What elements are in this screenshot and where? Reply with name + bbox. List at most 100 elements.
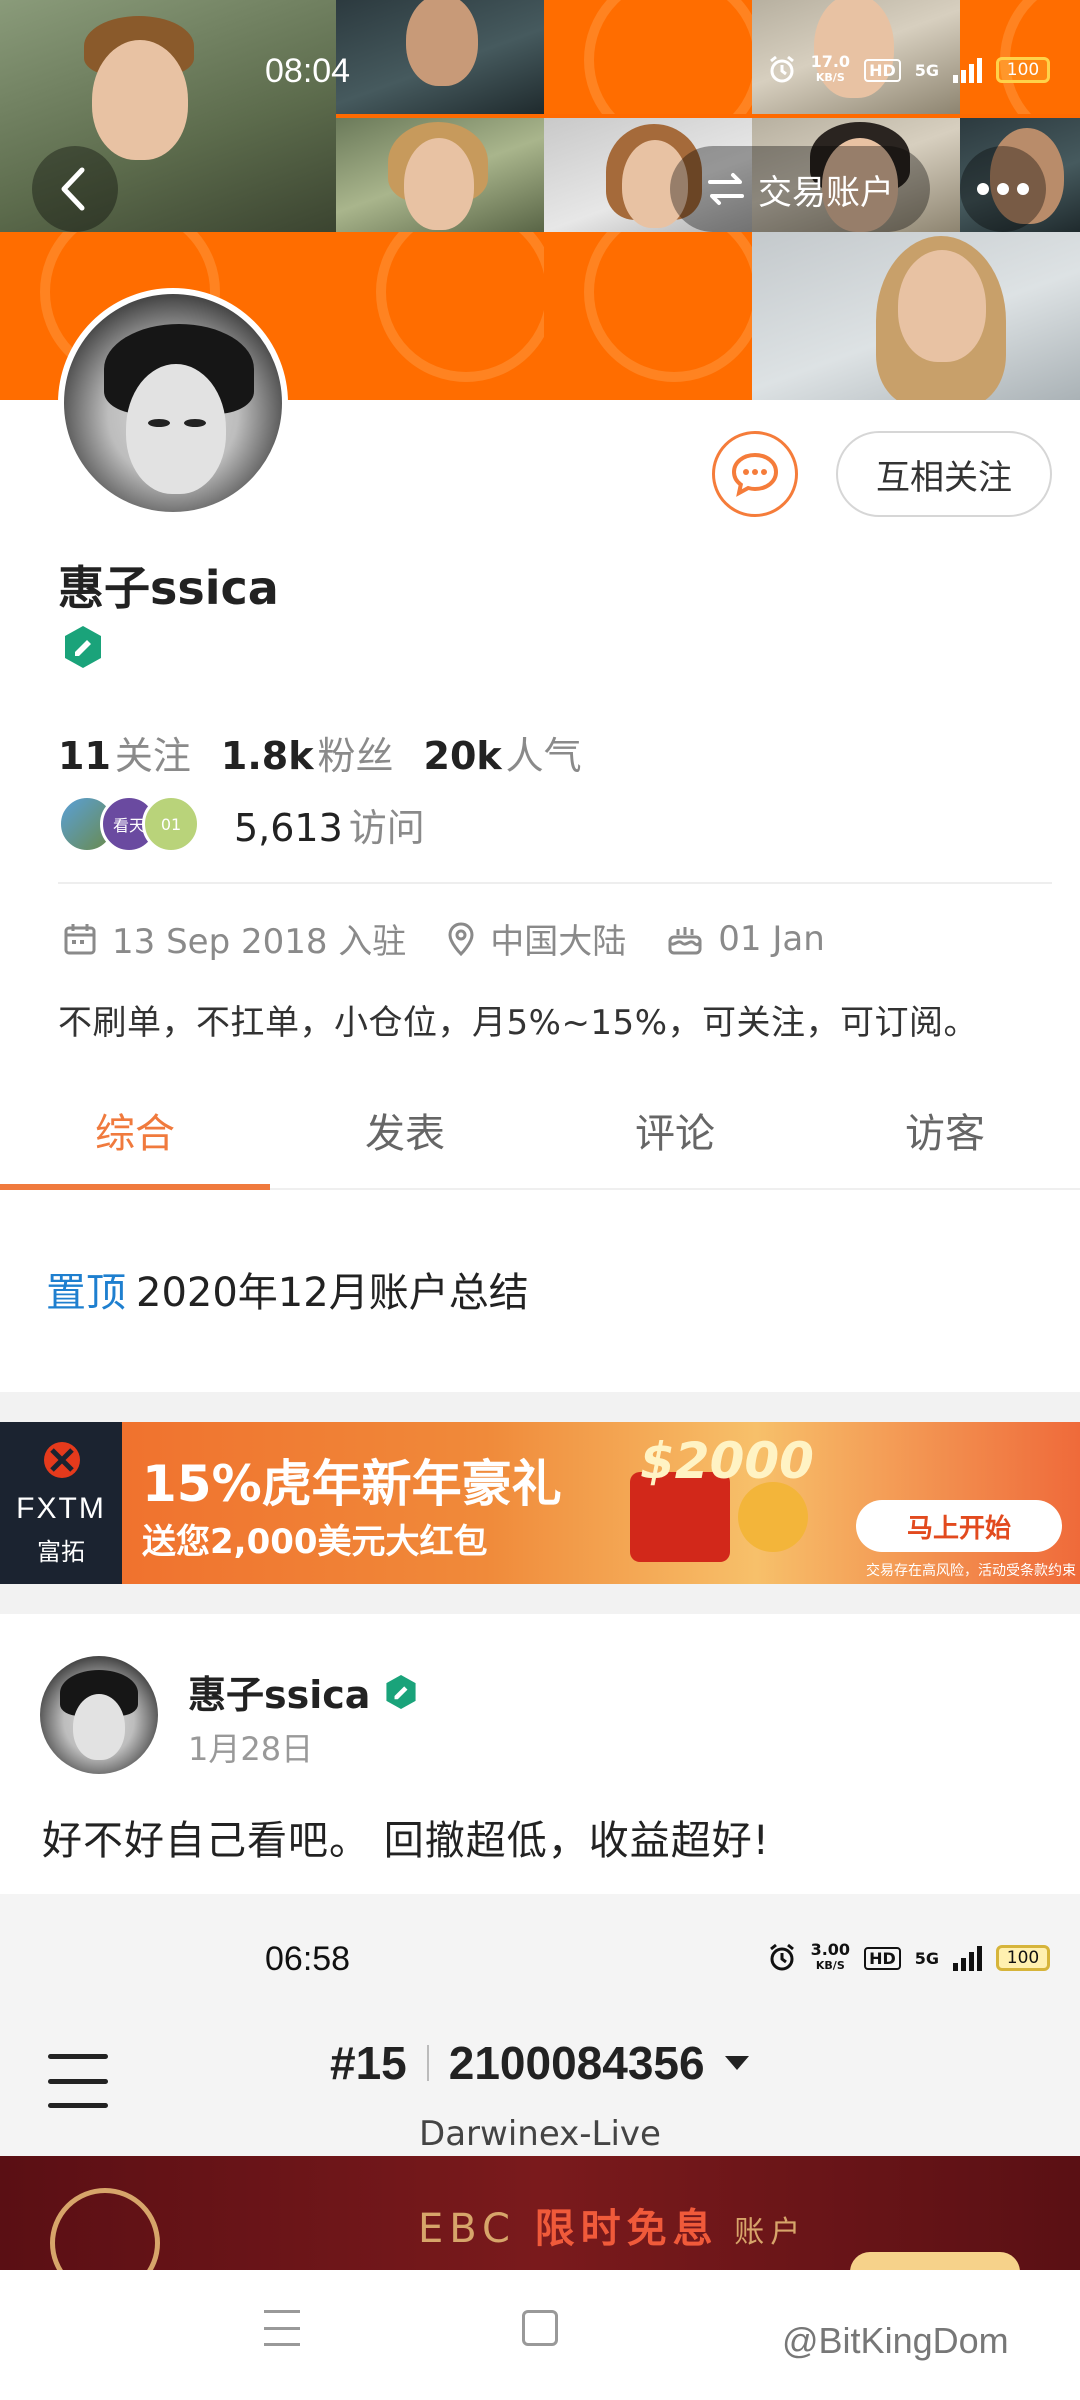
more-dot-icon [1017,183,1029,195]
battery-icon: 100 [996,1945,1050,1971]
post-text: 好不好自己看吧。 回撤超低，收益超好! [42,1818,770,1864]
post-author[interactable]: 惠子ssica [188,1664,418,1719]
embedded-promo-banner: EBC 限时免息 账户 [0,2156,1080,2270]
section-separator [0,1584,1080,1614]
account-number: 2100084356 [448,2037,705,2089]
more-dot-icon [997,183,1009,195]
speed-unit: KB/S [815,71,845,84]
birthday-cake-icon [668,926,702,954]
network-type: 5G [914,60,939,80]
location: 中国大陆 [490,922,627,962]
ad-cta-button[interactable]: 马上开始 [856,1500,1062,1552]
alarm-icon [769,1943,794,1971]
location-pin-icon [448,921,474,956]
divider [58,882,1052,884]
verified-badge-icon [386,1674,417,1709]
pinned-title: 2020年12月账户总结 [136,1270,529,1316]
account-rank: #15 [330,2037,407,2089]
embedded-banner-text: EBC 限时免息 账户 [418,2196,806,2254]
cover-photo [752,232,1080,400]
status-bar: 08:04 17.0 KB/S HD 5G 100 [0,40,1080,100]
ad-banner[interactable]: FXTM 富拓 15%虎年新年豪礼 送您2,000美元大红包 $2000 马上开… [0,1422,1080,1584]
network-type: 5G [914,1948,939,1968]
hd-icon: HD [864,58,901,82]
banner-highlight: 限时免息 [534,2206,719,2252]
hd-icon: HD [864,1946,901,1970]
network-speed: 17.0 KB/S [811,54,850,86]
alarm-icon [769,55,794,83]
stat-label: 人气 [505,734,582,778]
trade-account-button[interactable]: 交易账户 [670,146,930,232]
follow-button[interactable]: 互相关注 [836,431,1052,517]
fxtm-logo: FXTM 富拓 [0,1422,122,1584]
back-button[interactable] [32,146,118,232]
ornament-icon [50,2188,160,2270]
speed-unit: KB/S [815,1959,845,1972]
speed-value: 17.0 [810,52,851,71]
system-nav-bar: @BitKingDom [0,2270,1080,2400]
cover-pattern [336,232,544,400]
signal-icon [953,57,982,83]
account-server: Darwinex-Live [419,2114,661,2154]
swap-icon [708,173,744,205]
post-image[interactable]: 06:58 3.00 KB/S HD 5G 100 #15 2100084356 … [0,1894,1080,2270]
ad-brand-cn: 富拓 [37,1538,85,1566]
embedded-banner-button [850,2252,1020,2270]
visit-count-value: 5,613 [234,805,343,850]
pinned-post[interactable]: 置顶 2020年12月账户总结 [46,1260,529,1318]
banner-prefix: EBC [418,2206,535,2252]
hamburger-menu-icon [48,2054,108,2108]
visit-count: 5,613 访问 [234,797,425,852]
more-button[interactable] [960,146,1046,232]
ad-brand: FXTM [16,1492,106,1525]
tab-visitors[interactable]: 访客 [810,1070,1080,1188]
message-button[interactable] [712,431,798,517]
stat-value: 11 [58,734,111,778]
stat-value: 1.8k [220,734,314,778]
visit-count-label: 访问 [348,805,425,850]
cover-pattern [544,232,752,400]
ad-disclaimer: 交易存在高风险，活动受条款约束 [866,1563,1076,1579]
tab-comments[interactable]: 评论 [540,1070,810,1188]
post-author-name: 惠子ssica [188,1673,371,1717]
chevron-left-icon [61,167,85,211]
profile-tabs: 综合 发表 评论 访客 [0,1070,1080,1190]
profile-stats: 11 关注 1.8k 粉丝 20k 人气 [58,725,582,780]
battery-icon: 100 [996,57,1050,83]
post-author-avatar[interactable] [40,1656,158,1774]
embedded-status-icons: 3.00 KB/S HD 5G 100 [767,1942,1050,1974]
section-separator [0,1392,1080,1422]
tiger-icon [738,1482,808,1552]
tab-overview[interactable]: 综合 [0,1070,270,1190]
trade-account-label: 交易账户 [758,172,894,213]
stat-value: 20k [423,734,502,778]
speed-value: 3.00 [810,1940,851,1959]
watermark: @BitKingDom [782,2320,1009,2361]
status-time: 08:04 [265,52,351,90]
profile-name: 惠子ssica [58,561,279,615]
post-date: 1月28日 [188,1730,314,1768]
recent-apps-button[interactable] [264,2310,300,2346]
embedded-status-time: 06:58 [265,1940,351,1978]
chat-bubble-icon [731,452,779,497]
profile-bio: 不刷单，不扛单，小仓位，月5%~15%，可关注，可订阅。 [58,1003,978,1043]
calendar-icon [64,923,96,954]
ad-title: 15%虎年新年豪礼 [142,1455,562,1513]
stat-popularity: 20k 人气 [424,725,582,780]
stat-label: 关注 [114,734,191,778]
tab-posts[interactable]: 发表 [270,1070,540,1188]
network-speed: 3.00 KB/S [811,1942,850,1974]
ad-subtitle: 送您2,000美元大红包 [142,1522,488,1562]
birthday: 01 Jan [718,918,825,959]
stat-followers[interactable]: 1.8k 粉丝 [221,725,394,780]
home-button[interactable] [522,2310,558,2346]
ad-amount: $2000 [640,1432,814,1490]
recent-visitors[interactable]: 看天 01 5,613 访问 [58,792,425,856]
dropdown-caret-icon [724,2056,749,2070]
embedded-account-selector: #15 2100084356 [330,2036,749,2090]
cover-photo [336,118,544,232]
stat-following[interactable]: 11 关注 [58,725,191,780]
more-dot-icon [977,183,989,195]
profile-avatar[interactable] [58,288,288,518]
visitor-avatar: 01 [142,795,200,853]
